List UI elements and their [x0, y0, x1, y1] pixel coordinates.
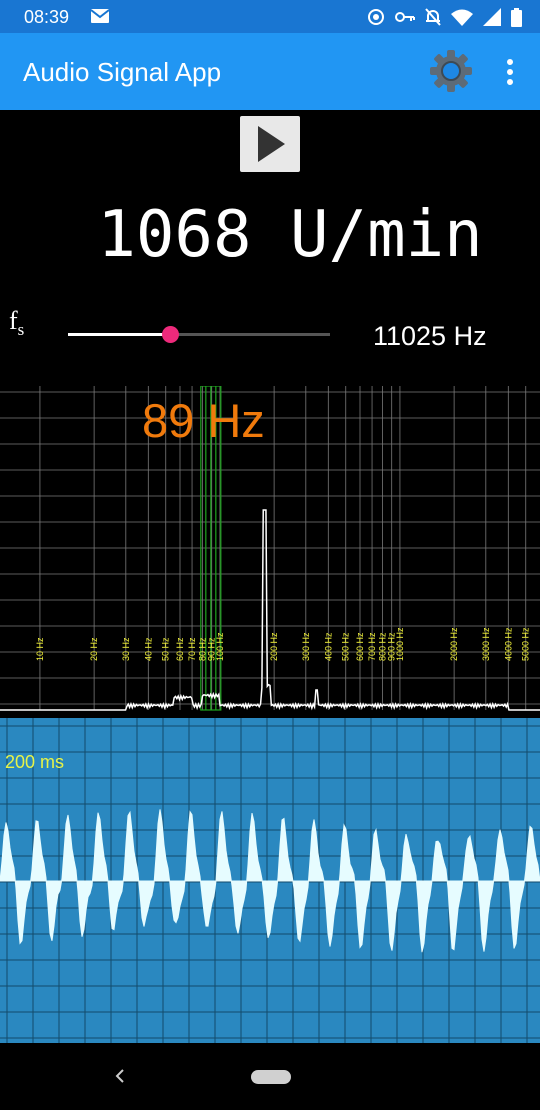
tick-label: 5000 Hz	[521, 627, 531, 661]
signal-icon	[483, 8, 501, 26]
tick-label: 700 Hz	[367, 632, 377, 661]
play-icon	[258, 126, 285, 162]
play-button[interactable]	[240, 116, 300, 172]
tick-label: 100 Hz	[215, 632, 225, 661]
rpm-display: 1068 U/min	[97, 198, 483, 272]
time-scale-label: 200 ms	[5, 752, 65, 772]
status-bar: 08:39	[0, 0, 540, 33]
sync-icon	[368, 9, 384, 25]
notifications-off-icon	[425, 8, 441, 26]
tick-label: 10 Hz	[35, 637, 45, 661]
tick-label: 200 Hz	[269, 632, 279, 661]
gear-icon[interactable]	[428, 48, 474, 94]
waveform-plot	[0, 718, 540, 1043]
slider-thumb[interactable]	[162, 326, 180, 343]
peak-frequency-label: 89 Hz	[142, 394, 265, 447]
tick-label: 70 Hz	[187, 637, 197, 661]
tick-label: 3000 Hz	[481, 627, 491, 661]
spectrum-plot: 10 Hz 20 Hz 30 Hz 40 Hz 50 Hz 60 Hz 70 Hz 80 Hz…	[0, 386, 540, 716]
sample-rate-value: 11025 Hz	[373, 321, 487, 351]
vpn-key-icon	[395, 12, 415, 22]
battery-icon	[511, 7, 522, 27]
sample-rate-label-sub: s	[17, 320, 25, 340]
wifi-icon	[451, 9, 473, 26]
sample-rate-label-main: f	[9, 306, 18, 335]
tick-label: 1000 Hz	[395, 627, 405, 661]
tick-label: 300 Hz	[301, 632, 311, 661]
tick-label: 50 Hz	[161, 637, 171, 661]
app-bar: Audio Signal App	[0, 33, 540, 110]
home-pill-icon[interactable]	[251, 1070, 291, 1084]
more-vert-icon[interactable]	[498, 57, 522, 87]
slider-fill	[68, 333, 171, 336]
tick-label: 4000 Hz	[503, 627, 513, 661]
tick-label: 400 Hz	[323, 632, 333, 661]
tick-label: 60 Hz	[175, 637, 185, 661]
tick-label: 600 Hz	[355, 632, 365, 661]
status-time: 08:39	[24, 7, 70, 27]
tick-label: 40 Hz	[143, 637, 153, 661]
spectrum-background	[0, 386, 540, 716]
email-notification-icon	[90, 9, 110, 23]
tick-label: 2000 Hz	[449, 627, 459, 661]
navigation-bar	[0, 1043, 540, 1110]
tick-label: 20 Hz	[89, 637, 99, 661]
tick-label: 500 Hz	[341, 632, 351, 661]
app-title: Audio Signal App	[23, 57, 222, 87]
sample-rate-slider[interactable]	[68, 320, 330, 350]
sample-rate-label: fs	[9, 306, 24, 340]
tick-label: 30 Hz	[121, 637, 131, 661]
back-icon[interactable]	[110, 1066, 130, 1086]
